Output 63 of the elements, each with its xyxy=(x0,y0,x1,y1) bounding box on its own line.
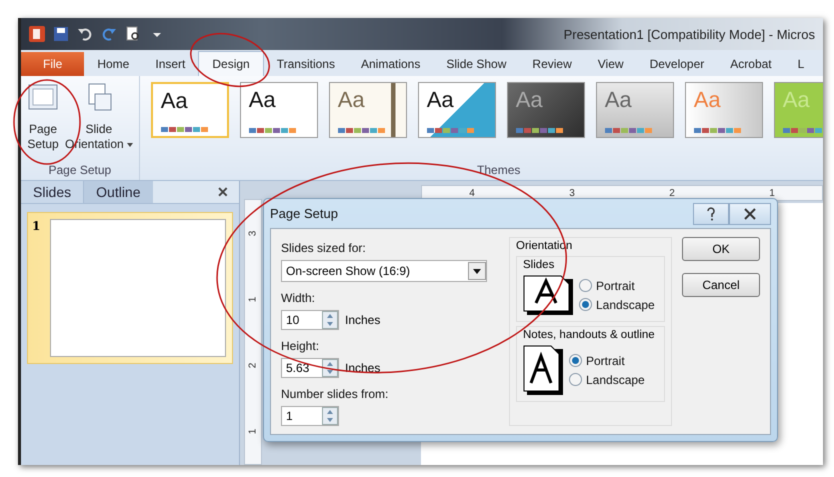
ribbon-tab[interactable]: L xyxy=(784,52,818,76)
app-logo-icon[interactable] xyxy=(29,26,45,42)
close-button[interactable]: ✕ xyxy=(207,181,239,203)
page-icon xyxy=(523,275,573,315)
group-label: Page Setup xyxy=(47,162,112,179)
theme-thumbnail[interactable]: Aa xyxy=(150,82,229,138)
radio-label[interactable]: Landscape xyxy=(586,372,645,386)
ribbon-tab[interactable]: Slide Show xyxy=(433,52,520,76)
radio-button[interactable] xyxy=(569,354,582,367)
help-button[interactable] xyxy=(693,202,729,224)
spinner-arrows-icon[interactable] xyxy=(322,359,338,377)
redo-icon[interactable] xyxy=(101,26,117,42)
group-label: Themes xyxy=(476,162,522,179)
theme-thumbnail[interactable]: Aa xyxy=(240,82,318,138)
pane-tab[interactable]: Slides xyxy=(21,181,84,203)
radio-button[interactable] xyxy=(579,298,592,311)
size-dropdown[interactable]: On-screen Show (16:9) xyxy=(281,260,487,282)
close-icon xyxy=(743,208,757,220)
dialog-button[interactable]: Cancel xyxy=(682,273,760,297)
ribbon-tab[interactable]: Animations xyxy=(348,52,434,76)
spinner-arrows-icon[interactable] xyxy=(322,311,338,329)
group-label: Slides xyxy=(523,259,556,271)
radio-button[interactable] xyxy=(579,279,592,292)
radio-label[interactable]: Portrait xyxy=(586,354,625,368)
theme-thumbnail[interactable]: Aa xyxy=(418,82,496,138)
number-field[interactable]: 5.63 xyxy=(281,358,339,378)
ribbon-tab[interactable]: Acrobat xyxy=(717,52,785,76)
ribbon-tab[interactable]: Home xyxy=(84,52,142,76)
window-title: Presentation1 [Compatibility Mode] - Micros xyxy=(564,26,815,42)
field-label: Slides sized for: xyxy=(281,241,367,255)
slide-item[interactable]: 1 xyxy=(27,212,233,364)
field-label: Number slides from: xyxy=(281,387,390,401)
print-preview-icon[interactable] xyxy=(125,26,141,42)
close-button[interactable] xyxy=(729,202,771,224)
ribbon-tab[interactable]: Review xyxy=(519,52,585,76)
save-icon[interactable] xyxy=(53,26,69,42)
group-label: Notes, handouts & outline xyxy=(523,329,656,341)
page-icon xyxy=(523,345,563,395)
number-field[interactable]: 10 xyxy=(281,310,339,330)
ribbon-tab[interactable]: Insert xyxy=(142,52,198,76)
field-label: Height: xyxy=(281,339,320,353)
dialog-button[interactable]: OK xyxy=(682,237,760,261)
help-icon xyxy=(706,206,716,220)
theme-thumbnail[interactable]: Aa xyxy=(596,82,674,138)
theme-thumbnail[interactable]: Aa xyxy=(328,82,407,138)
pane-tab[interactable]: Outline xyxy=(83,181,152,203)
radio-label[interactable]: Portrait xyxy=(596,278,635,292)
field-label: Width: xyxy=(281,291,316,305)
radio-button[interactable] xyxy=(569,373,582,386)
ribbon-tab[interactable]: View xyxy=(584,52,637,76)
ribbon-tab[interactable]: Developer xyxy=(636,52,718,76)
ribbon-button[interactable]: Page Setup xyxy=(27,82,59,152)
undo-icon[interactable] xyxy=(77,26,93,42)
spinner-arrows-icon[interactable] xyxy=(322,407,338,425)
ribbon-tab[interactable]: File xyxy=(21,52,84,76)
number-field[interactable]: 1 xyxy=(281,406,339,426)
dialog-title: Page Setup xyxy=(270,206,338,221)
vertical-ruler: 3 1 2 1 xyxy=(244,199,262,465)
caret-icon xyxy=(126,142,133,146)
unit-label: Inches xyxy=(345,313,380,327)
radio-label[interactable]: Landscape xyxy=(596,298,655,312)
ribbon-tab[interactable]: Design xyxy=(198,51,264,76)
ribbon-tab[interactable]: Transitions xyxy=(264,52,348,76)
